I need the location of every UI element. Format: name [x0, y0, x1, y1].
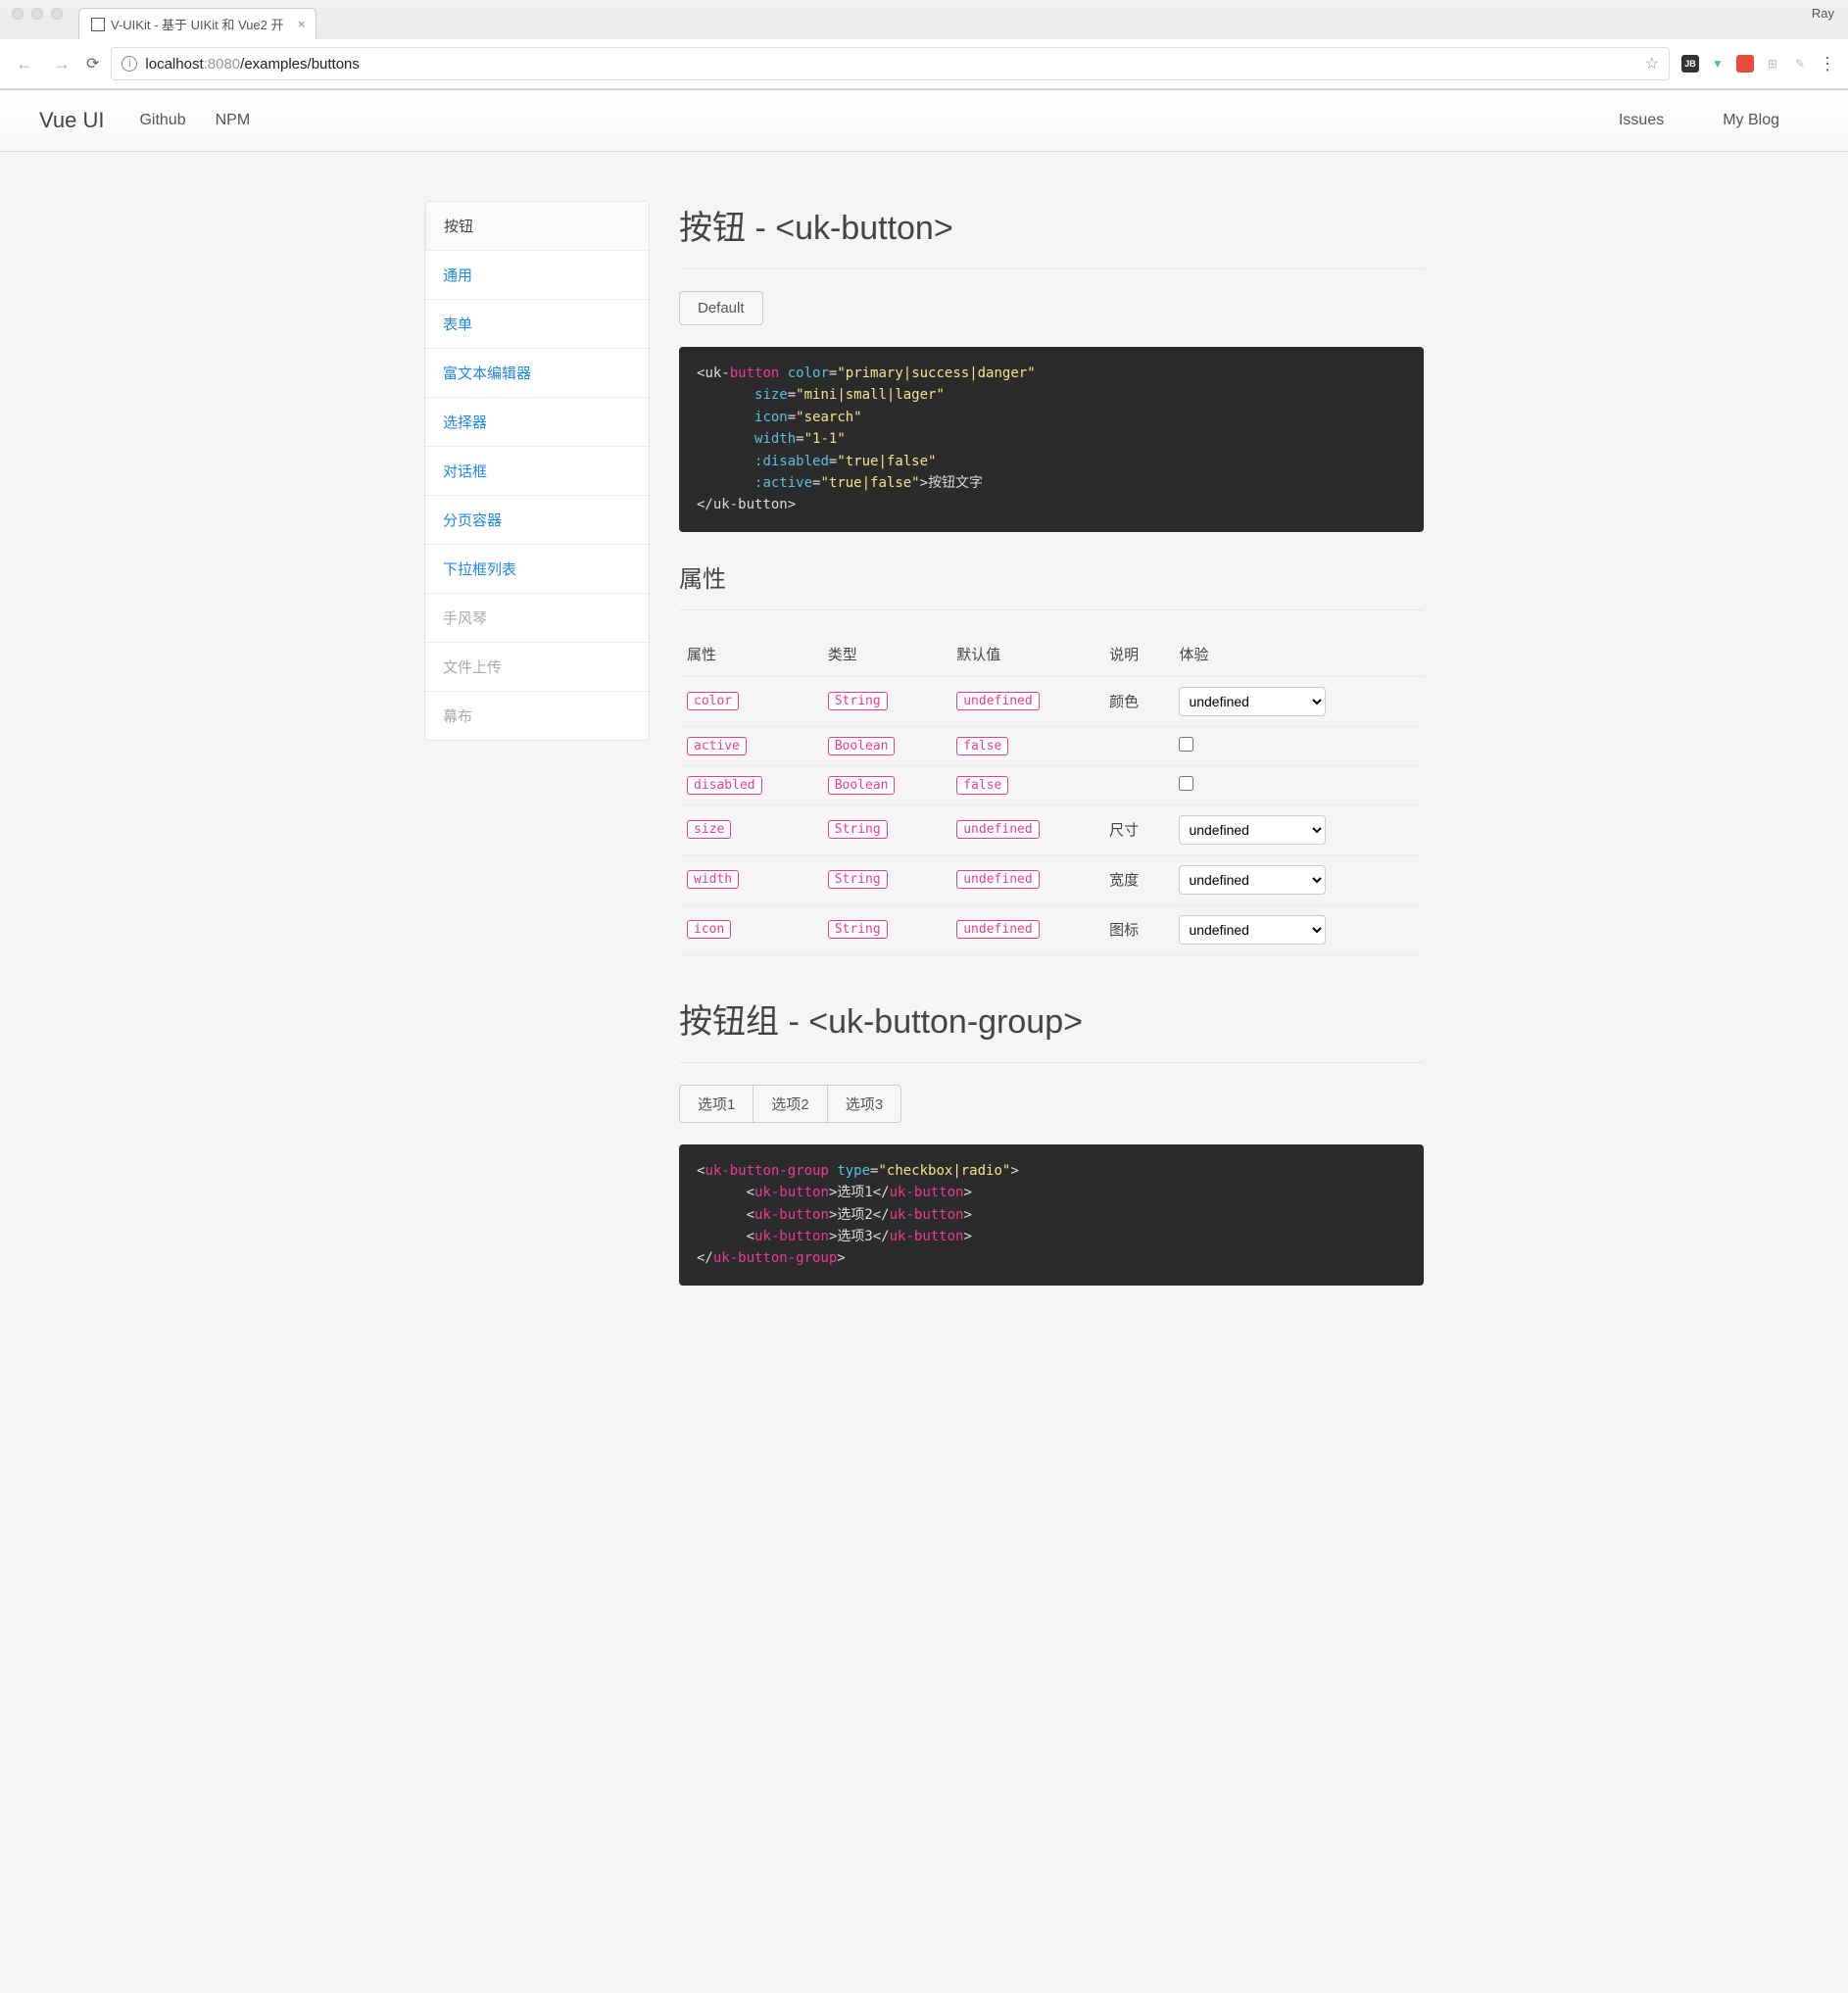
- back-button[interactable]: ←: [12, 52, 37, 76]
- sidebar-item-1[interactable]: 通用: [425, 251, 649, 300]
- tab-title: V-UIKit - 基于 UIKit 和 Vue2 开: [111, 15, 284, 33]
- prop-desc: 颜色: [1101, 676, 1171, 726]
- props-table: 属性类型默认值说明体验 color String undefined 颜色 undefi…: [679, 632, 1424, 955]
- vue-ext-icon[interactable]: ▼: [1709, 55, 1726, 73]
- forward-button[interactable]: →: [49, 52, 74, 76]
- table-row: active Boolean false: [679, 726, 1424, 765]
- prop-default: undefined: [956, 870, 1039, 889]
- prop-desc: [1101, 765, 1171, 804]
- prop-default: undefined: [956, 692, 1039, 710]
- table-row: disabled Boolean false: [679, 765, 1424, 804]
- bookmark-icon[interactable]: ☆: [1645, 54, 1659, 73]
- table-row: width String undefined 宽度 undefined: [679, 854, 1424, 904]
- reload-button[interactable]: ⟳: [86, 54, 99, 73]
- url-path: /examples/buttons: [240, 56, 360, 73]
- sidebar-item-8: 手风琴: [425, 594, 649, 643]
- prop-desc: [1101, 726, 1171, 765]
- group-button-0[interactable]: 选项1: [679, 1085, 754, 1123]
- prop-type: String: [828, 870, 888, 889]
- prop-name: color: [687, 692, 739, 710]
- code-block-button: <uk-button color="primary|success|danger…: [679, 347, 1424, 532]
- table-row: size String undefined 尺寸 undefined: [679, 804, 1424, 854]
- prop-checkbox-active[interactable]: [1179, 737, 1193, 752]
- nav-blog[interactable]: My Blog: [1723, 112, 1779, 129]
- address-bar[interactable]: i localhost:8080/examples/buttons ☆: [111, 47, 1670, 80]
- site-info-icon[interactable]: i: [122, 56, 137, 72]
- ext-icon-5[interactable]: ✎: [1791, 55, 1809, 73]
- prop-type: Boolean: [828, 737, 896, 755]
- prop-select-icon[interactable]: undefined: [1179, 915, 1326, 945]
- prop-desc: 图标: [1101, 904, 1171, 954]
- table-header: 体验: [1171, 632, 1424, 677]
- sidebar: 按钮通用表单富文本编辑器选择器对话框分页容器下拉框列表手风琴文件上传幕布: [424, 201, 650, 1307]
- prop-name: active: [687, 737, 747, 755]
- content: 按钮 - <uk-button> Default <uk-button colo…: [679, 201, 1424, 1307]
- prop-name: icon: [687, 920, 731, 939]
- button-group: 选项1选项2选项3: [679, 1085, 901, 1123]
- divider: [679, 268, 1424, 269]
- prop-select-color[interactable]: undefined: [1179, 687, 1326, 716]
- sidebar-item-6[interactable]: 分页容器: [425, 496, 649, 545]
- table-header: 默认值: [948, 632, 1101, 677]
- prop-checkbox-disabled[interactable]: [1179, 776, 1193, 791]
- prop-name: width: [687, 870, 739, 889]
- nav-github[interactable]: Github: [139, 112, 185, 129]
- adblock-ext-icon[interactable]: [1736, 55, 1754, 73]
- sidebar-item-5[interactable]: 对话框: [425, 447, 649, 496]
- divider: [679, 1062, 1424, 1063]
- prop-default: false: [956, 737, 1008, 755]
- sidebar-item-3[interactable]: 富文本编辑器: [425, 349, 649, 398]
- sidebar-item-2[interactable]: 表单: [425, 300, 649, 349]
- default-button[interactable]: Default: [679, 291, 763, 325]
- sidebar-item-10: 幕布: [425, 692, 649, 740]
- page: 按钮通用表单富文本编辑器选择器对话框分页容器下拉框列表手风琴文件上传幕布 按钮 …: [405, 201, 1443, 1307]
- prop-default: undefined: [956, 820, 1039, 839]
- url-host: localhost: [145, 56, 203, 73]
- prop-select-size[interactable]: undefined: [1179, 815, 1326, 845]
- prop-type: String: [828, 692, 888, 710]
- tab-close-icon[interactable]: ×: [298, 17, 306, 31]
- code-block-group: <uk-button-group type="checkbox|radio"> …: [679, 1144, 1424, 1286]
- extension-icons: JB ▼ ⊞ ✎ ⋮: [1681, 54, 1836, 74]
- browser-toolbar: ← → ⟳ i localhost:8080/examples/buttons …: [0, 39, 1848, 89]
- prop-default: undefined: [956, 920, 1039, 939]
- nav-npm[interactable]: NPM: [216, 112, 251, 129]
- prop-desc: 宽度: [1101, 854, 1171, 904]
- sidebar-item-4[interactable]: 选择器: [425, 398, 649, 447]
- section2-title: 按钮组 - <uk-button-group>: [679, 995, 1424, 1043]
- group-button-2[interactable]: 选项3: [827, 1085, 901, 1123]
- sidebar-item-9: 文件上传: [425, 643, 649, 692]
- page-title: 按钮 - <uk-button>: [679, 201, 1424, 249]
- props-heading: 属性: [679, 559, 1424, 594]
- tab-bar: V-UIKit - 基于 UIKit 和 Vue2 开 ×: [0, 8, 1848, 39]
- table-header: 属性: [679, 632, 820, 677]
- prop-type: String: [828, 920, 888, 939]
- url-port: :8080: [204, 56, 241, 73]
- brand[interactable]: Vue UI: [39, 108, 104, 133]
- browser-chrome: Ray V-UIKit - 基于 UIKit 和 Vue2 开 × ← → ⟳ …: [0, 0, 1848, 90]
- ext-icon-4[interactable]: ⊞: [1764, 55, 1781, 73]
- sidebar-item-0[interactable]: 按钮: [425, 202, 649, 251]
- prop-default: false: [956, 776, 1008, 795]
- prop-desc: 尺寸: [1101, 804, 1171, 854]
- prop-name: disabled: [687, 776, 762, 795]
- browser-menu-icon[interactable]: ⋮: [1819, 54, 1836, 74]
- site-nav: Vue UI Github NPM Issues My Blog: [0, 90, 1848, 152]
- favicon-icon: [91, 18, 105, 31]
- table-row: icon String undefined 图标 undefined: [679, 904, 1424, 954]
- table-header: 说明: [1101, 632, 1171, 677]
- table-header: 类型: [820, 632, 949, 677]
- table-row: color String undefined 颜色 undefined: [679, 676, 1424, 726]
- prop-select-width[interactable]: undefined: [1179, 865, 1326, 895]
- browser-tab[interactable]: V-UIKit - 基于 UIKit 和 Vue2 开 ×: [78, 8, 316, 39]
- prop-type: String: [828, 820, 888, 839]
- sidebar-item-7[interactable]: 下拉框列表: [425, 545, 649, 594]
- prop-type: Boolean: [828, 776, 896, 795]
- prop-name: size: [687, 820, 731, 839]
- divider: [679, 609, 1424, 610]
- nav-issues[interactable]: Issues: [1619, 112, 1664, 129]
- group-button-1[interactable]: 选项2: [753, 1085, 827, 1123]
- jetbrains-ext-icon[interactable]: JB: [1681, 55, 1699, 73]
